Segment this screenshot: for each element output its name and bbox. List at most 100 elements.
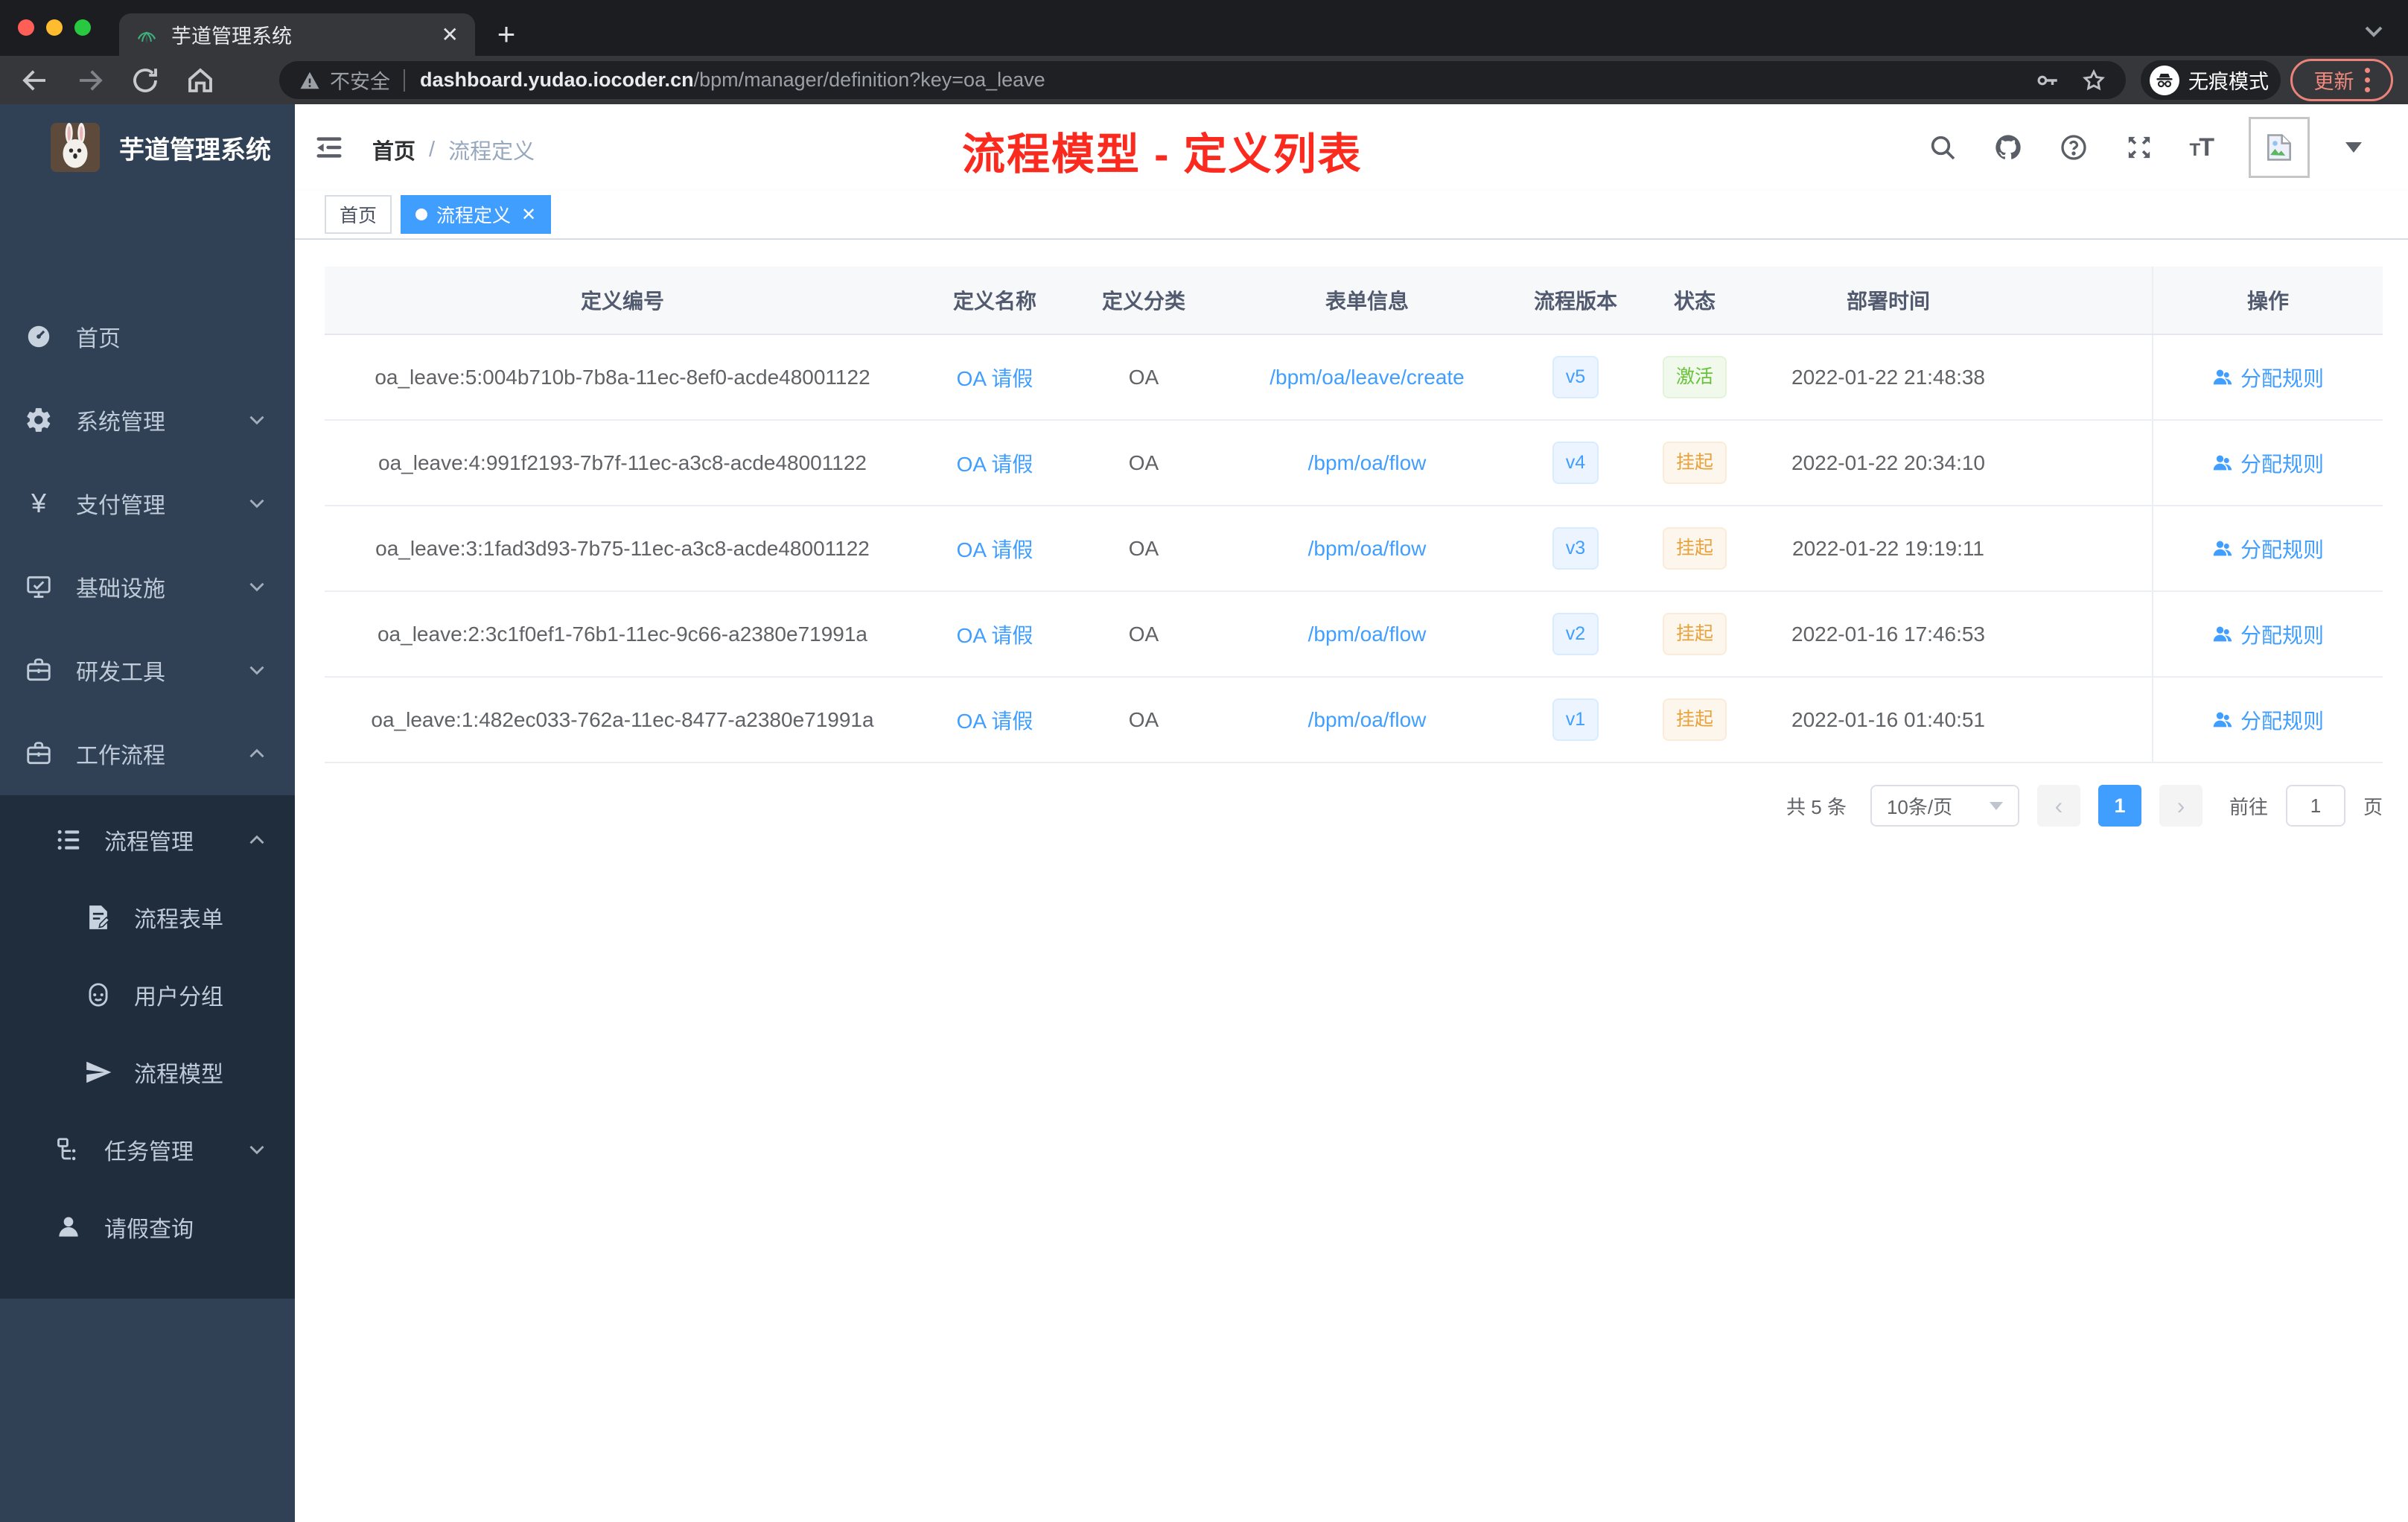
bookmark-star-icon[interactable] — [2081, 68, 2106, 93]
page-size-select[interactable]: 10条/页 — [1870, 785, 2019, 827]
sidebar-logo-row[interactable]: 芋道管理系统 — [0, 104, 295, 191]
form-info-cell: /bpm/oa/flow — [1218, 506, 1516, 590]
sidebar-item-label: 流程管理 — [104, 830, 194, 855]
back-icon[interactable] — [19, 65, 51, 96]
sidebar-item-label: 流程表单 — [134, 908, 223, 932]
tab-close-icon[interactable]: ✕ — [442, 22, 459, 47]
sidebar-item-monitor-3[interactable]: 基础设施 — [0, 545, 295, 628]
window-maximize-button[interactable] — [74, 19, 91, 36]
security-label[interactable]: 不安全 — [330, 66, 390, 95]
user-avatar[interactable] — [2249, 117, 2310, 178]
avatar-dropdown-caret-icon[interactable] — [2345, 142, 2362, 153]
sidebar-item-person-11[interactable]: 请假查询 — [0, 1188, 295, 1266]
form-info-link[interactable]: /bpm/oa/flow — [1308, 537, 1427, 561]
status-cell: 挂起 — [1635, 592, 1754, 676]
page-1-button[interactable]: 1 — [2098, 785, 2141, 827]
user-icon — [2212, 453, 2233, 474]
sidebar-item-dashboard-0[interactable]: 首页 — [0, 295, 295, 378]
sidebar-item-yen-2[interactable]: ¥ 支付管理 — [0, 462, 295, 545]
definition-category-cell: OA — [1128, 622, 1159, 646]
assign-rule-button[interactable]: 分配规则 — [2212, 705, 2324, 735]
assign-rule-button[interactable]: 分配规则 — [2212, 363, 2324, 392]
key-icon[interactable] — [2035, 68, 2060, 93]
assign-rule-button[interactable]: 分配规则 — [2212, 448, 2324, 478]
tag-close-icon[interactable]: ✕ — [521, 204, 536, 226]
browser-update-button[interactable]: 更新 — [2290, 59, 2393, 101]
definition-name-link[interactable]: OA 请假 — [957, 448, 1033, 478]
window-close-button[interactable] — [18, 19, 34, 36]
definition-name-link[interactable]: OA 请假 — [957, 620, 1033, 649]
new-tab-button[interactable]: + — [488, 16, 525, 54]
chevron-down-icon — [244, 657, 270, 683]
breadcrumb-home[interactable]: 首页 — [372, 134, 415, 165]
status-cell: 挂起 — [1635, 678, 1754, 762]
user-icon — [2212, 624, 2233, 645]
form-info-cell: /bpm/oa/flow — [1218, 421, 1516, 505]
deploy-time-cell: 2022-01-22 21:48:38 — [1791, 365, 1985, 389]
header-filler — [2022, 267, 2152, 334]
definition-id-cell: oa_leave:1:482ec033-762a-11ec-8477-a2380… — [371, 707, 874, 731]
browser-tab[interactable]: 芋道管理系统 ✕ — [119, 13, 475, 56]
tab-search-chevron-icon[interactable] — [2359, 16, 2389, 46]
tag-process-definition[interactable]: 流程定义 ✕ — [401, 195, 552, 234]
address-bar[interactable]: 不安全 dashboard.yudao.iocoder.cn/bpm/manag… — [279, 61, 2126, 99]
sidebar-item-treelist-6[interactable]: 流程管理 — [0, 801, 295, 879]
help-icon[interactable] — [2059, 133, 2089, 162]
yen-icon: ¥ — [31, 488, 47, 518]
fullscreen-icon[interactable] — [2124, 133, 2154, 162]
sidebar-item-label: 用户分组 — [134, 985, 223, 1010]
prev-page-button[interactable]: ‹ — [2036, 785, 2080, 827]
sidebar-item-gear-1[interactable]: 系统管理 — [0, 378, 295, 462]
form-info-link[interactable]: /bpm/oa/flow — [1308, 708, 1427, 732]
url-text[interactable]: dashboard.yudao.iocoder.cn/bpm/manager/d… — [420, 69, 2020, 92]
assign-rule-button[interactable]: 分配规则 — [2212, 534, 2324, 564]
assign-rule-button[interactable]: 分配规则 — [2212, 620, 2324, 649]
sidebar-item-form-7[interactable]: 流程表单 — [0, 879, 295, 956]
forward-icon[interactable] — [74, 65, 106, 96]
home-icon[interactable] — [185, 65, 216, 96]
definition-name-link[interactable]: OA 请假 — [957, 534, 1033, 564]
form-info-link[interactable]: /bpm/oa/flow — [1308, 623, 1427, 646]
reload-icon[interactable] — [130, 65, 161, 96]
process-version-cell: v2 — [1516, 592, 1635, 676]
sidebar: 芋道管理系统 首页系统管理 ¥ 支付管理 基础设施 研发工具 工作流程流程管理流程表单用户… — [0, 104, 295, 1522]
definition-name-link[interactable]: OA 请假 — [957, 705, 1033, 735]
sidebar-item-send-9[interactable]: 流程模型 — [0, 1034, 295, 1111]
sidebar-item-briefcase-5[interactable]: 工作流程 — [0, 712, 295, 795]
font-size-icon[interactable]: TT — [2190, 133, 2214, 162]
briefcase-icon — [24, 739, 54, 768]
column-header-0: 定义编号 — [580, 290, 664, 313]
definition-name-link[interactable]: OA 请假 — [957, 363, 1033, 392]
form-info-link[interactable]: /bpm/oa/leave/create — [1270, 366, 1465, 389]
broken-image-icon — [2267, 134, 2291, 161]
update-label: 更新 — [2313, 71, 2354, 93]
sidebar-collapse-icon[interactable] — [313, 131, 345, 164]
sidebar-item-briefcase-4[interactable]: 研发工具 — [0, 628, 295, 712]
tab-title: 芋道管理系统 — [171, 25, 292, 48]
goto-page-input[interactable]: 1 — [2285, 785, 2345, 827]
github-icon[interactable] — [1993, 133, 2023, 162]
row-filler — [2022, 678, 2152, 762]
browser-tab-strip: 芋道管理系统 ✕ + — [0, 0, 2408, 56]
briefcase-icon — [24, 655, 54, 685]
next-page-button[interactable]: › — [2159, 785, 2202, 827]
security-warning-icon[interactable] — [299, 69, 321, 92]
dashboard-icon — [24, 322, 54, 351]
incognito-label: 无痕模式 — [2188, 71, 2269, 93]
page-content: 定义编号 定义名称 定义分类 表单信息 流程版本 状态 部署时间 操作 oa_leave:5:… — [295, 240, 2408, 1522]
sidebar-item-label: 首页 — [76, 327, 121, 351]
chevron-down-icon — [244, 574, 270, 599]
person-icon — [54, 1212, 83, 1242]
tag-home[interactable]: 首页 — [325, 195, 392, 234]
search-icon[interactable] — [1928, 133, 1958, 162]
breadcrumb: 首页 / 流程定义 — [372, 134, 535, 165]
column-header-4: 流程版本 — [1533, 290, 1617, 313]
pagination-total: 共 5 条 — [1786, 795, 1847, 818]
definition-name-cell: OA 请假 — [920, 678, 1069, 762]
form-info-link[interactable]: /bpm/oa/flow — [1308, 451, 1427, 475]
browser-menu-dots-icon[interactable] — [2364, 68, 2370, 92]
sidebar-item-tasktree-10[interactable]: 任务管理 — [0, 1111, 295, 1188]
window-minimize-button[interactable] — [46, 19, 63, 36]
sidebar-item-usergroup-8[interactable]: 用户分组 — [0, 956, 295, 1034]
assign-rule-label: 分配规则 — [2240, 452, 2324, 476]
